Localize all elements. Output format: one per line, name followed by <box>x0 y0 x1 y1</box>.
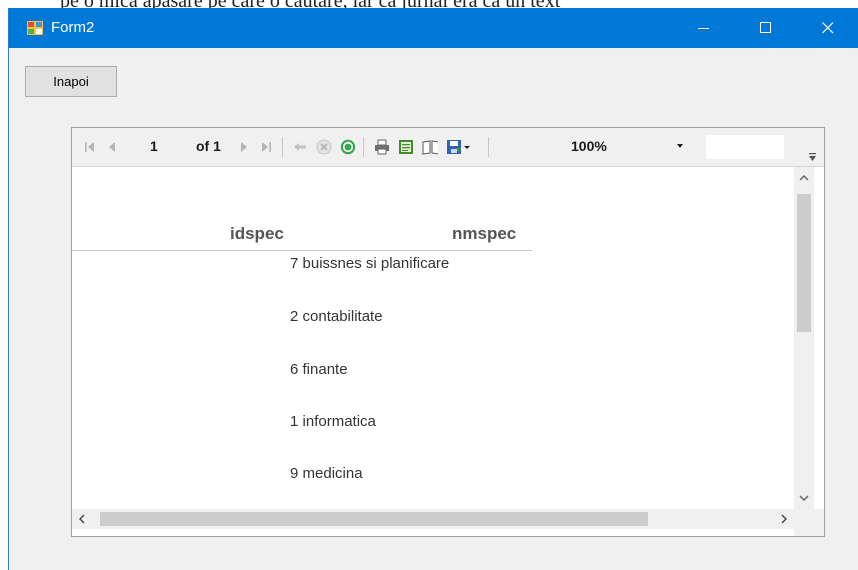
minimize-icon <box>698 28 709 29</box>
cell-idspec: 7 <box>290 255 303 272</box>
table-row: 2 contabilitate <box>290 308 383 325</box>
print-icon[interactable] <box>374 139 390 155</box>
chevron-right-icon[interactable] <box>774 509 794 529</box>
background-window-text: pe o mică apăsare pe care o căutare, iar… <box>0 0 858 8</box>
print-layout-icon[interactable] <box>398 139 414 155</box>
chevron-up-icon[interactable] <box>794 169 814 187</box>
title-bar[interactable]: Form2 <box>9 8 858 48</box>
report-body: idspec nmspec 7 buissnes si planificare … <box>72 167 794 509</box>
page-setup-icon[interactable] <box>422 139 438 155</box>
report-viewer: 1 of 1 100% idspec nmspec 7 buissnes si … <box>71 127 825 537</box>
horizontal-scroll-thumb[interactable] <box>100 512 648 526</box>
app-icon <box>27 20 43 36</box>
form2-window: Form2 Inapoi 1 of 1 100% idspec nmspec 7… <box>8 8 858 570</box>
back-button[interactable]: Inapoi <box>25 66 117 97</box>
scrollbar-corner <box>794 509 824 536</box>
stop-icon[interactable] <box>316 139 332 155</box>
toolbar-separator <box>363 137 364 157</box>
prev-page-icon[interactable] <box>104 139 120 155</box>
vertical-scrollbar[interactable] <box>794 167 814 509</box>
cell-nmspec: buissnes si planificare <box>302 255 450 272</box>
cell-nmspec: finante <box>302 361 348 378</box>
current-page-field[interactable]: 1 <box>150 138 158 154</box>
export-dropdown-icon[interactable] <box>462 139 472 155</box>
cell-idspec: 6 <box>290 361 303 378</box>
column-header-nmspec: nmspec <box>452 224 517 243</box>
minimize-button[interactable] <box>681 8 727 48</box>
close-button[interactable] <box>805 8 851 48</box>
column-header-idspec: idspec <box>230 224 284 243</box>
maximize-button[interactable] <box>743 8 789 48</box>
chevron-left-icon[interactable] <box>72 509 92 529</box>
chevron-down-icon[interactable] <box>794 489 814 507</box>
toolbar-separator <box>488 137 489 157</box>
table-row: 9 medicina <box>290 465 363 482</box>
cell-nmspec: informatica <box>302 413 376 430</box>
page-count-label: of 1 <box>196 138 221 154</box>
table-row: 6 finante <box>290 361 348 378</box>
back-icon[interactable] <box>292 139 308 155</box>
zoom-value: 100% <box>571 138 607 154</box>
header-divider <box>72 250 532 251</box>
close-icon <box>822 22 834 34</box>
cell-idspec: 1 <box>290 413 303 430</box>
window-title: Form2 <box>51 19 95 36</box>
table-row: 1 informatica <box>290 413 376 430</box>
export-icon[interactable] <box>446 139 462 155</box>
table-row: 7 buissnes si planificare <box>290 255 449 272</box>
cell-nmspec: contabilitate <box>302 308 383 325</box>
zoom-select[interactable]: 100% <box>561 135 701 159</box>
horizontal-scrollbar[interactable] <box>72 509 794 529</box>
toolbar-separator <box>282 137 283 157</box>
cell-nmspec: medicina <box>302 465 363 482</box>
cell-idspec: 2 <box>290 308 303 325</box>
first-page-icon[interactable] <box>82 139 98 155</box>
refresh-icon[interactable] <box>340 139 356 155</box>
last-page-icon[interactable] <box>258 139 274 155</box>
maximize-icon <box>760 22 771 33</box>
next-page-icon[interactable] <box>236 139 252 155</box>
toolbar-overflow-icon[interactable] <box>808 150 818 161</box>
vertical-scroll-thumb[interactable] <box>797 194 811 332</box>
background-text: pe o mică apăsare pe care o căutare, iar… <box>60 0 560 8</box>
chevron-down-icon <box>677 144 683 148</box>
search-input[interactable] <box>706 135 784 159</box>
report-toolbar: 1 of 1 100% <box>72 128 824 167</box>
cell-idspec: 9 <box>290 465 303 482</box>
